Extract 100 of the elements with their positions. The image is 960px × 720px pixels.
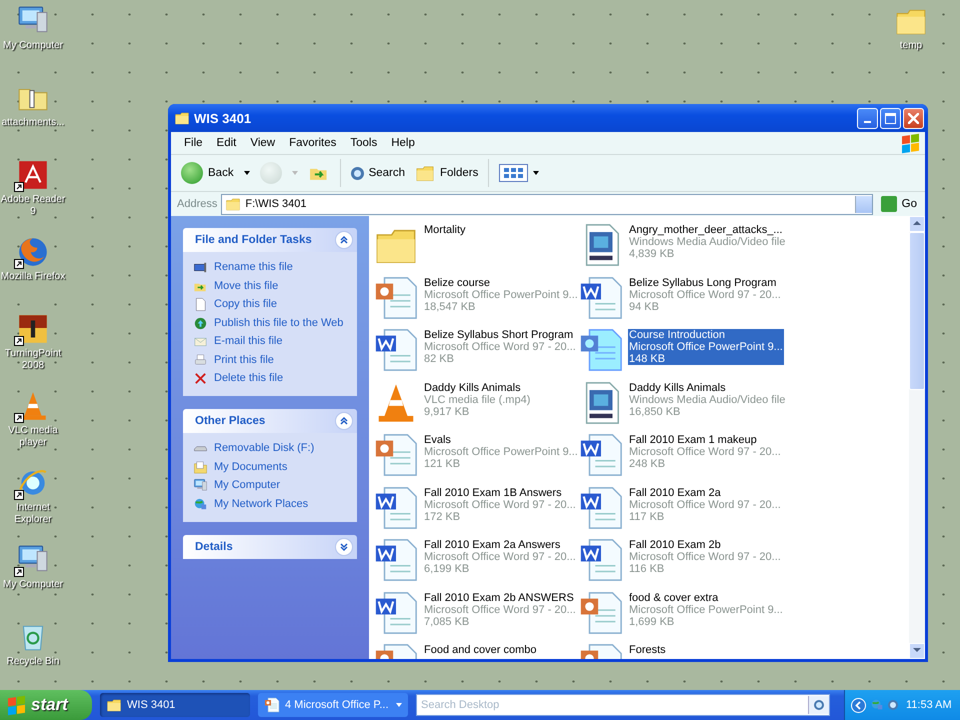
file-label[interactable]: Belize course Microsoft Office PowerPoint 9... 18,547 KB: [423, 276, 579, 312]
collapse-chevron-icon[interactable]: [335, 231, 353, 249]
task-link[interactable]: Publish this file to the Web: [214, 316, 344, 330]
file-name: Belize Syllabus Short Program: [424, 329, 574, 341]
dropdown-caret-icon[interactable]: [244, 171, 250, 175]
panel-header[interactable]: Details: [183, 534, 357, 558]
menu-item[interactable]: Favorites: [282, 137, 344, 149]
word-document-icon: [578, 432, 624, 478]
scroll-down-button[interactable]: [909, 643, 925, 659]
file-size: 117 KB: [629, 510, 666, 522]
file-size: 121 KB: [424, 458, 462, 470]
menu-item[interactable]: File: [177, 137, 210, 149]
panel-header[interactable]: Other Places: [183, 409, 357, 433]
file-label[interactable]: Belize Syllabus Short Program Microsoft Office Word 97 - 20... 82 KB: [423, 329, 577, 365]
folders-button[interactable]: Folders: [411, 161, 482, 185]
expand-chevron-icon[interactable]: [335, 538, 353, 556]
panel-header[interactable]: File and Folder Tasks: [183, 228, 357, 252]
file-name: Angry_mother_deer_attacks_...: [629, 224, 784, 236]
file-label[interactable]: Course Introduction Microsoft Office PowerPoint 9... 148 KB: [628, 329, 784, 365]
scrollbar[interactable]: [909, 216, 925, 659]
task-link[interactable]: Removable Disk (F:): [214, 441, 314, 456]
search-button[interactable]: Search: [346, 164, 410, 182]
file-label[interactable]: Evals Microsoft Office PowerPoint 9... 121 KB: [423, 434, 579, 470]
taskbar-button[interactable]: WIS 3401: [100, 693, 250, 717]
window-title: WIS 3401: [194, 110, 252, 126]
file-size: 82 KB: [424, 353, 455, 365]
globe-icon: [193, 316, 208, 330]
expand-tray-icon[interactable]: [851, 698, 866, 712]
file-type: Windows Media Audio/Video file: [629, 236, 786, 248]
scroll-thumb[interactable]: [909, 232, 925, 390]
file-label[interactable]: Forests: [628, 644, 667, 656]
menu-item[interactable]: View: [243, 137, 282, 149]
address-label: Address: [177, 198, 218, 210]
file-name: Course Introduction: [629, 329, 726, 341]
rename-icon: [193, 260, 208, 275]
menu-item[interactable]: Tools: [343, 137, 384, 149]
file-label[interactable]: Fall 2010 Exam 1 makeup Microsoft Office Word 97 - 20... 248 KB: [628, 434, 782, 470]
search-icon[interactable]: [808, 696, 829, 714]
file-label[interactable]: food & cover extra Microsoft Office PowerPoint 9... 1,699 KB: [628, 592, 784, 628]
file-size: 148 KB: [629, 353, 666, 365]
task-link[interactable]: Rename this file: [214, 260, 293, 275]
file-size: 9,917 KB: [424, 406, 470, 418]
address-field[interactable]: F:\WIS 3401: [221, 194, 873, 214]
maximize-button[interactable]: [880, 108, 901, 128]
file-type: Microsoft Office Word 97 - 20...: [629, 498, 781, 510]
task-link[interactable]: Delete this file: [214, 371, 284, 386]
file-label[interactable]: Fall 2010 Exam 1B Answers Microsoft Office Word 97 - 20... 172 KB: [423, 486, 577, 522]
file-name: Evals: [424, 434, 452, 446]
file-type: Microsoft Office PowerPoint 9...: [424, 288, 578, 300]
close-button[interactable]: [903, 108, 924, 128]
task-link[interactable]: E-mail this file: [214, 334, 282, 349]
file-type: Microsoft Office Word 97 - 20...: [629, 288, 781, 300]
file-label[interactable]: Belize Syllabus Long Program Microsoft Office Word 97 - 20... 94 KB: [628, 276, 782, 312]
file-label[interactable]: Fall 2010 Exam 2a Answers Microsoft Office Word 97 - 20... 6,199 KB: [423, 539, 577, 575]
file-label[interactable]: Angry_mother_deer_attacks_... Windows Media Audio/Video file 4,839 KB: [628, 224, 786, 260]
menu-item[interactable]: Help: [384, 137, 422, 149]
presentation-file-icon: [264, 697, 280, 713]
file-label[interactable]: Daddy Kills Animals VLC media file (.mp4) 9,917 KB: [423, 382, 532, 418]
file-label[interactable]: Fall 2010 Exam 2b ANSWERS Microsoft Office Word 97 - 20... 7,085 KB: [423, 592, 577, 628]
file-label[interactable]: Fall 2010 Exam 2b Microsoft Office Word 97 - 20... 116 KB: [628, 539, 782, 575]
file-type: Microsoft Office Word 97 - 20...: [629, 551, 781, 563]
documents-folder-icon: [193, 460, 208, 474]
task-link[interactable]: Print this file: [214, 352, 274, 368]
task-link[interactable]: Move this file: [214, 278, 278, 294]
windows-flag-icon: [902, 133, 919, 153]
file-size: 116 KB: [629, 563, 666, 575]
dropdown-caret-icon: [292, 171, 298, 175]
file-size: 1,699 KB: [629, 616, 676, 628]
back-button[interactable]: Back: [177, 160, 238, 186]
collapse-chevron-icon[interactable]: [335, 412, 353, 430]
file-size: 6,199 KB: [424, 563, 470, 575]
word-document-icon: [373, 537, 419, 583]
word-document-icon: [373, 327, 419, 373]
search-icon[interactable]: [888, 700, 898, 710]
taskbar-button[interactable]: 4 Microsoft Office P...: [258, 693, 408, 717]
network-icon: [870, 698, 884, 712]
menu-item[interactable]: Edit: [210, 137, 244, 149]
task-link[interactable]: My Documents: [214, 460, 288, 474]
word-document-icon: [578, 274, 624, 320]
word-document-icon: [373, 484, 419, 530]
file-size: 16,850 KB: [629, 406, 682, 418]
search-box[interactable]: Search Desktop: [416, 694, 830, 716]
task-link[interactable]: My Computer: [214, 478, 280, 493]
go-button[interactable]: Go: [876, 196, 921, 212]
task-link[interactable]: Copy this file: [214, 297, 277, 312]
scroll-up-button[interactable]: [909, 216, 925, 232]
file-label[interactable]: Daddy Kills Animals Windows Media Audio/Video file 16,850 KB: [628, 382, 786, 418]
file-label[interactable]: Mortality: [423, 224, 467, 236]
minimize-button[interactable]: [857, 108, 878, 128]
file-name: Fall 2010 Exam 2a: [629, 486, 722, 498]
app-icon: [16, 312, 50, 346]
file-type: Microsoft Office PowerPoint 9...: [629, 604, 783, 616]
file-label[interactable]: Fall 2010 Exam 2a Microsoft Office Word 97 - 20... 117 KB: [628, 486, 782, 522]
windows-flag-icon: [8, 695, 25, 715]
file-size: 172 KB: [424, 510, 462, 522]
file-type: VLC media file (.mp4): [424, 394, 530, 406]
task-link[interactable]: My Network Places: [214, 496, 308, 512]
file-label[interactable]: Food and cover combo: [423, 644, 538, 656]
file-size: 94 KB: [629, 300, 660, 312]
file-type: Microsoft Office Word 97 - 20...: [424, 498, 576, 510]
